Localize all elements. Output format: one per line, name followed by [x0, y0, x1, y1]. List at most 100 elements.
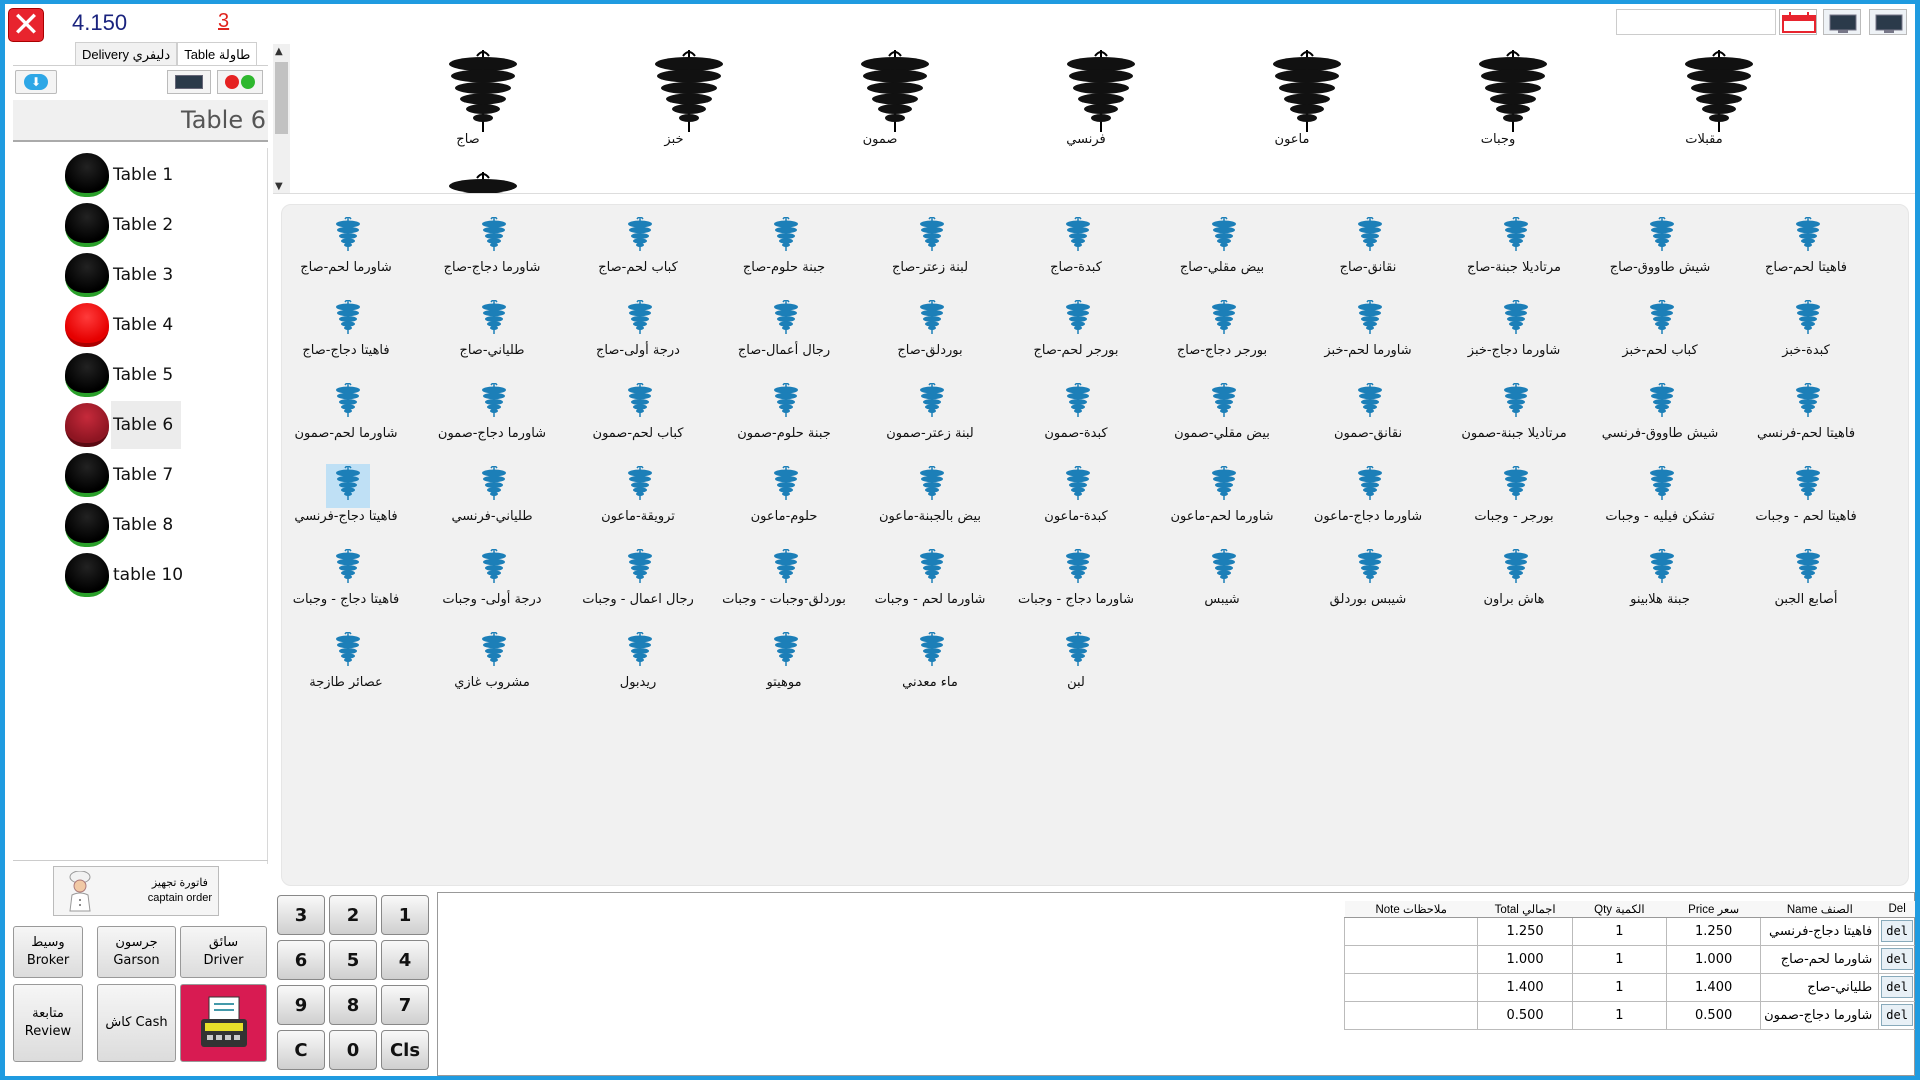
menu-item[interactable]: شيش طاووق-صاج — [1590, 215, 1730, 295]
menu-item[interactable]: كباب لحم-خبز — [1590, 298, 1730, 378]
menu-item[interactable]: مرتاديلا جبنة-صمون — [1444, 381, 1584, 461]
menu-item[interactable]: نقانق-صمون — [1298, 381, 1438, 461]
close-button[interactable]: ✕ — [8, 8, 44, 42]
menu-item[interactable]: بيض مقلي-صاج — [1152, 215, 1292, 295]
menu-item[interactable]: حلوم-ماعون — [714, 464, 854, 544]
menu-item[interactable]: ماء معدني — [860, 630, 1000, 710]
delete-row-button[interactable]: del — [1881, 1003, 1913, 1026]
order-note[interactable] — [1343, 944, 1479, 974]
menu-item[interactable]: شيش طاووق-فرنسي — [1590, 381, 1730, 461]
menu-item[interactable]: فاهيتا دجاج-فرنسي — [276, 464, 416, 544]
menu-item[interactable]: شاورما دجاج - وجبات — [1006, 547, 1146, 627]
category-item[interactable]: ماعون — [1237, 44, 1347, 154]
category-item[interactable]: فرنسي — [1031, 44, 1141, 154]
calendar-button[interactable] — [1779, 9, 1817, 35]
menu-item[interactable]: بوردلق-وجبات - وجبات — [714, 547, 854, 627]
category-item[interactable]: مقبلات — [1649, 44, 1759, 154]
menu-item[interactable]: لبن — [1006, 630, 1146, 710]
order-qty[interactable]: 1 — [1571, 916, 1667, 946]
menu-item[interactable]: بورجر لحم-صاج — [1006, 298, 1146, 378]
table-item[interactable]: Table 5 — [65, 352, 225, 398]
menu-item[interactable]: شاورما لحم-صاج — [276, 215, 416, 295]
screen-button[interactable] — [167, 70, 211, 94]
order-qty[interactable]: 1 — [1571, 972, 1667, 1002]
menu-item[interactable]: كبدة-صاج — [1006, 215, 1146, 295]
menu-item[interactable]: بورجر دجاج-صاج — [1152, 298, 1292, 378]
menu-item[interactable]: طلياني-فرنسي — [422, 464, 562, 544]
table-item[interactable]: Table 7 — [65, 452, 225, 498]
table-item[interactable]: Table 2 — [65, 202, 225, 248]
menu-item[interactable]: كبدة-ماعون — [1006, 464, 1146, 544]
monitor-button[interactable] — [1823, 9, 1861, 35]
table-item[interactable]: table 10 — [65, 552, 225, 598]
menu-item[interactable]: شاورما لحم-خبز — [1298, 298, 1438, 378]
menu-item[interactable]: شاورما لحم - وجبات — [860, 547, 1000, 627]
menu-item[interactable]: كبدة-صمون — [1006, 381, 1146, 461]
item-count[interactable]: 3 — [218, 10, 229, 33]
menu-item[interactable]: فاهيتا لحم - وجبات — [1736, 464, 1876, 544]
menu-item[interactable]: درجة أولى-صاج — [568, 298, 708, 378]
menu-item[interactable]: شيبس — [1152, 547, 1292, 627]
menu-item[interactable]: فاهيتا لحم-فرنسي — [1736, 381, 1876, 461]
numpad-2[interactable]: 2 — [329, 895, 377, 935]
numpad-6[interactable]: 6 — [277, 940, 325, 980]
delete-row-button[interactable]: del — [1881, 975, 1913, 998]
category-scrollbar[interactable]: ▲ ▼ — [273, 44, 290, 193]
menu-item[interactable]: بيض بالجبنة-ماعون — [860, 464, 1000, 544]
menu-item[interactable]: موهيتو — [714, 630, 854, 710]
menu-item[interactable]: شاورما دجاج-ماعون — [1298, 464, 1438, 544]
menu-item[interactable]: فاهيتا لحم-صاج — [1736, 215, 1876, 295]
menu-item[interactable]: طلياني-صاج — [422, 298, 562, 378]
menu-item[interactable]: بيض مقلي-صمون — [1152, 381, 1292, 461]
download-button[interactable]: ⬇ — [15, 70, 57, 94]
order-row[interactable]: 0.500 1 0.500 شاورما دجاج-صمون del — [1343, 1000, 1915, 1030]
table-item[interactable]: Table 1 — [65, 152, 225, 198]
cash-button[interactable]: كاش Cash — [97, 984, 176, 1062]
table-item[interactable]: Table 8 — [65, 502, 225, 548]
review-button[interactable]: متابعة Review — [13, 984, 83, 1062]
search-input[interactable] — [1616, 9, 1776, 35]
driver-button[interactable]: سائق Driver — [180, 926, 267, 978]
menu-item[interactable]: شاورما لحم-ماعون — [1152, 464, 1292, 544]
garson-button[interactable]: جرسون Garson — [97, 926, 176, 978]
order-row[interactable]: 1.000 1 1.000 شاورما لحم-صاج del — [1343, 944, 1915, 974]
scroll-up-icon[interactable]: ▲ — [275, 46, 283, 57]
order-note[interactable] — [1343, 972, 1479, 1002]
menu-item[interactable]: رجال أعمال-صاج — [714, 298, 854, 378]
order-note[interactable] — [1343, 916, 1479, 946]
numpad-8[interactable]: 8 — [329, 985, 377, 1025]
menu-item[interactable]: فاهيتا دجاج - وجبات — [276, 547, 416, 627]
captain-order-button[interactable]: فاتورة تجهيز captain order — [53, 866, 219, 916]
numpad-9[interactable]: 9 — [277, 985, 325, 1025]
menu-item[interactable]: درجة أولى- وجبات — [422, 547, 562, 627]
delete-row-button[interactable]: del — [1881, 919, 1913, 942]
menu-item[interactable]: عصائر طازجة — [276, 630, 416, 710]
table-item[interactable]: Table 4 — [65, 302, 225, 348]
order-row[interactable]: 1.400 1 1.400 طلياني-صاج del — [1343, 972, 1915, 1002]
menu-item[interactable]: رجال اعمال - وجبات — [568, 547, 708, 627]
order-qty[interactable]: 1 — [1571, 1000, 1667, 1030]
menu-item[interactable]: هاش براون — [1444, 547, 1584, 627]
order-row[interactable]: 1.250 1 1.250 فاهيتا دجاج-فرنسي del — [1343, 916, 1915, 946]
delete-row-button[interactable]: del — [1881, 947, 1913, 970]
menu-item[interactable]: جبنة هلابينو — [1590, 547, 1730, 627]
menu-item[interactable]: شاورما دجاج-خبز — [1444, 298, 1584, 378]
display-button[interactable] — [1869, 9, 1907, 35]
menu-item[interactable]: تشكن فيليه - وجبات — [1590, 464, 1730, 544]
menu-item[interactable]: كبدة-خبز — [1736, 298, 1876, 378]
broker-button[interactable]: وسيط Broker — [13, 926, 83, 978]
scrollbar-thumb[interactable] — [275, 62, 288, 134]
scroll-down-icon[interactable]: ▼ — [275, 181, 283, 192]
numpad-5[interactable]: 5 — [329, 940, 377, 980]
status-toggle-button[interactable] — [217, 70, 263, 94]
menu-item[interactable]: لبنة زعتر-صمون — [860, 381, 1000, 461]
print-receipt-button[interactable] — [180, 984, 267, 1062]
menu-item[interactable]: بوردلق-صاج — [860, 298, 1000, 378]
menu-item[interactable]: كباب لحم-صاج — [568, 215, 708, 295]
menu-item[interactable]: ترويقة-ماعون — [568, 464, 708, 544]
numpad-clear-all[interactable]: Cls — [381, 1030, 429, 1070]
table-item[interactable]: Table 6 — [65, 401, 225, 449]
menu-item[interactable]: كباب لحم-صمون — [568, 381, 708, 461]
menu-item[interactable]: مرتاديلا جبنة-صاج — [1444, 215, 1584, 295]
menu-item[interactable]: ريدبول — [568, 630, 708, 710]
